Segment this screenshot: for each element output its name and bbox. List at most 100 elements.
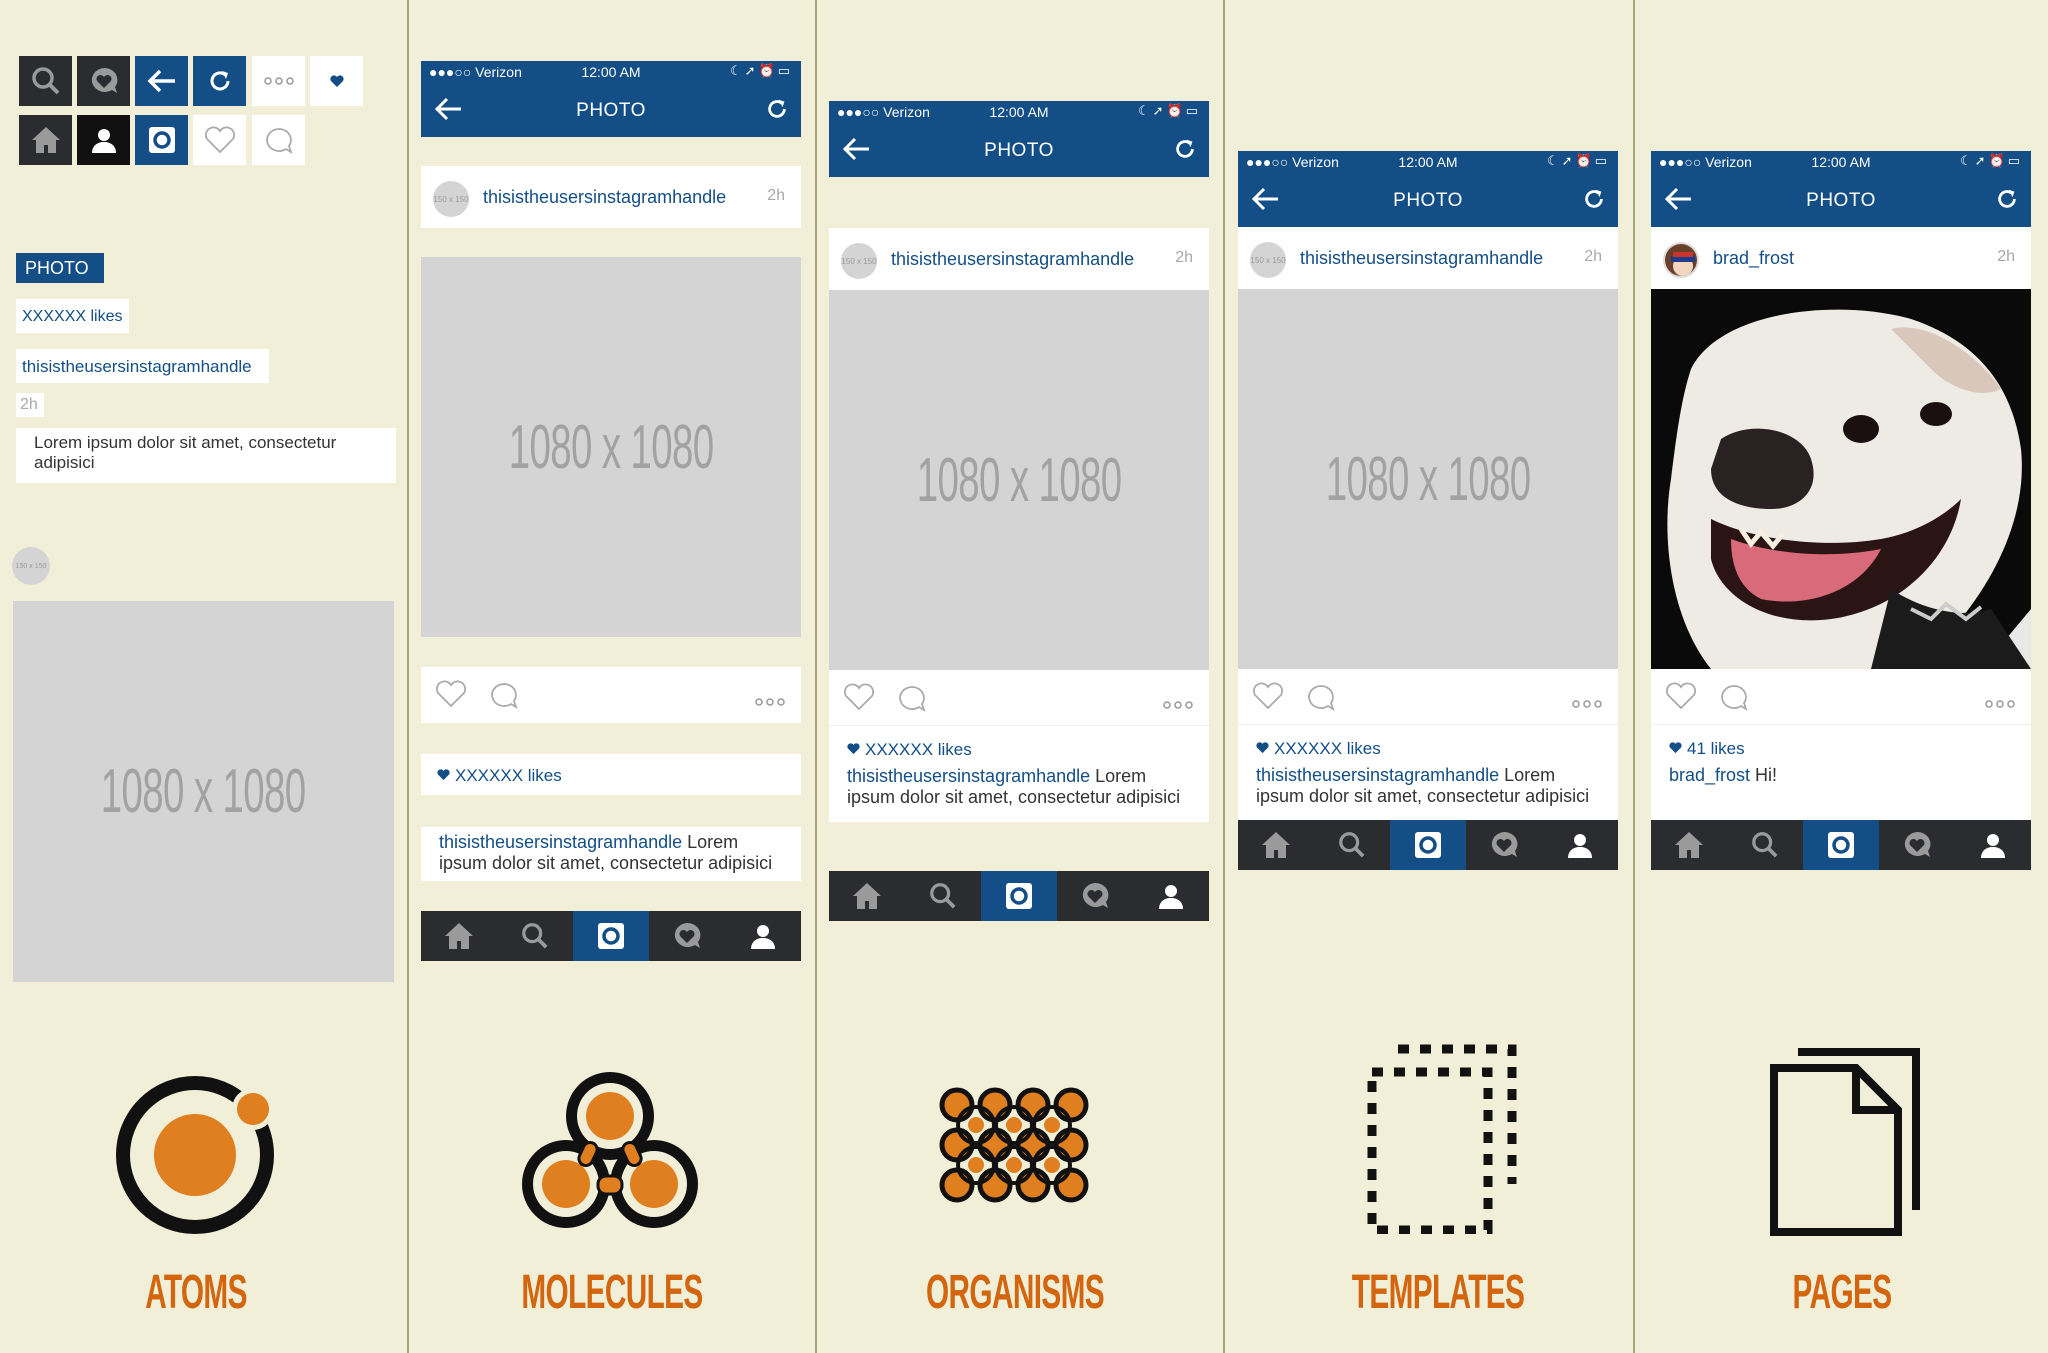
camera-icon <box>598 923 624 949</box>
likes-count[interactable]: 41 likes <box>1687 739 1745 759</box>
likes-count[interactable]: XXXXXX likes <box>455 766 562 786</box>
camera-icon <box>135 115 188 165</box>
refresh-icon[interactable] <box>765 97 789 126</box>
refresh-icon[interactable] <box>1995 187 2019 216</box>
likes-row: XXXXXX likes <box>847 740 1193 760</box>
more-options-icon[interactable] <box>1985 695 2015 713</box>
post-time: 2h <box>1584 248 1602 265</box>
activity-bubble-icon <box>674 922 701 948</box>
molecules-column: ●●●○○ Verizon 12:00 AM ☾➚⏰▭ PHOTO 150 x … <box>421 61 801 961</box>
tab-activity[interactable] <box>649 911 725 961</box>
username-link[interactable]: brad_frost <box>1713 248 1794 269</box>
home-icon <box>1262 832 1290 858</box>
caption-username[interactable]: thisistheusersinstagramhandle <box>439 832 682 852</box>
camera-icon <box>1006 883 1032 909</box>
comment-icon[interactable] <box>489 681 519 714</box>
activity-bubble-icon <box>77 56 130 106</box>
tab-profile[interactable] <box>1542 820 1618 870</box>
likes-count[interactable]: XXXXXX likes <box>1274 739 1381 759</box>
refresh-icon[interactable] <box>1173 137 1197 166</box>
caption-username[interactable]: brad_frost <box>1669 765 1750 785</box>
tab-bar <box>1238 820 1618 870</box>
caption-username[interactable]: thisistheusersinstagramhandle <box>1256 765 1499 785</box>
tab-home[interactable] <box>829 871 905 921</box>
likes-count[interactable]: XXXXXX likes <box>865 740 972 760</box>
image-placeholder-label: 1080 x 1080 <box>508 412 714 482</box>
nav-title: PHOTO <box>984 140 1054 161</box>
tab-profile[interactable] <box>1955 820 2031 870</box>
photo-title-atom: PHOTO <box>16 253 104 283</box>
tab-camera[interactable] <box>1390 820 1466 870</box>
like-icon[interactable] <box>1665 682 1697 715</box>
username-link[interactable]: thisistheusersinstagramhandle <box>1300 248 1543 269</box>
more-options-icon[interactable] <box>1572 695 1602 713</box>
more-options-icon[interactable] <box>755 693 785 711</box>
tab-activity[interactable] <box>1057 871 1133 921</box>
status-bar: ●●●○○ Verizon 12:00 AM ☾➚⏰▭ <box>1238 151 1618 174</box>
tab-camera[interactable] <box>981 871 1057 921</box>
tab-activity[interactable] <box>1466 820 1542 870</box>
tab-home[interactable] <box>421 911 497 961</box>
image-placeholder: 1080 x 1080 <box>421 257 801 637</box>
tab-profile[interactable] <box>1133 871 1209 921</box>
tab-profile[interactable] <box>725 911 801 961</box>
small-heart-icon <box>310 56 363 106</box>
column-divider <box>1633 0 1635 1353</box>
atom-icon <box>116 1076 274 1234</box>
profile-icon <box>1981 834 2005 858</box>
tab-search[interactable] <box>497 911 573 961</box>
tab-home[interactable] <box>1651 820 1727 870</box>
likes-row: XXXXXX likes <box>1256 739 1602 759</box>
atoms-label: ATOMS <box>145 1266 247 1319</box>
nav-bar: PHOTO <box>1238 174 1618 227</box>
image-placeholder-label: 1080 x 1080 <box>101 757 306 826</box>
status-bar: ●●●○○ Verizon 12:00 AM ☾➚⏰▭ <box>1651 151 2031 174</box>
template-icon <box>1367 1044 1517 1234</box>
caption-text: Hi! <box>1750 765 1778 785</box>
likes-row: 41 likes <box>1669 739 2015 759</box>
comment-icon[interactable] <box>1306 683 1336 716</box>
status-bar: ●●●○○ Verizon 12:00 AM ☾➚⏰▭ <box>829 101 1209 124</box>
tab-camera[interactable] <box>1803 820 1879 870</box>
heart-outline-icon <box>193 115 246 165</box>
avatar: 150 x 150 <box>433 181 469 217</box>
like-icon[interactable] <box>435 680 467 713</box>
activity-bubble-icon <box>1904 831 1931 857</box>
search-icon <box>1339 832 1365 858</box>
like-icon[interactable] <box>1252 682 1284 715</box>
refresh-icon[interactable] <box>1582 187 1606 216</box>
likes-atom: XXXXXX likes <box>16 299 129 333</box>
profile-icon <box>1568 834 1592 858</box>
comment-icon[interactable] <box>897 684 927 717</box>
comment-icon[interactable] <box>1719 683 1749 716</box>
image-placeholder: 1080 x 1080 <box>829 290 1209 670</box>
caption-row: thisistheusersinstagramhandle Lorem ipsu… <box>421 827 801 881</box>
pages-column: ●●●○○ Verizon 12:00 AM ☾➚⏰▭ PHOTO brad_f… <box>1651 151 2031 870</box>
organism-icon <box>939 1087 1089 1203</box>
tab-search[interactable] <box>1314 820 1390 870</box>
organisms-label: ORGANISMS <box>926 1266 1105 1319</box>
like-icon[interactable] <box>843 683 875 716</box>
caption-username[interactable]: thisistheusersinstagramhandle <box>847 766 1090 786</box>
username-link[interactable]: thisistheusersinstagramhandle <box>891 249 1134 270</box>
pages-label: PAGES <box>1792 1266 1893 1319</box>
tab-activity[interactable] <box>1879 820 1955 870</box>
nav-bar: PHOTO <box>1651 174 2031 227</box>
post-header: 150 x 150 thisistheusersinstagramhandle … <box>421 166 801 228</box>
tab-bar <box>829 871 1209 921</box>
username-link[interactable]: thisistheusersinstagramhandle <box>483 187 726 208</box>
tab-search[interactable] <box>905 871 981 921</box>
image-placeholder: 1080 x 1080 <box>1238 289 1618 669</box>
status-bar: ●●●○○ Verizon 12:00 AM ☾➚⏰▭ <box>421 61 801 84</box>
search-icon <box>19 56 72 106</box>
more-options-icon[interactable] <box>1163 696 1193 714</box>
tab-camera[interactable] <box>573 911 649 961</box>
tab-search[interactable] <box>1727 820 1803 870</box>
search-icon <box>522 923 548 949</box>
profile-icon <box>1159 885 1183 909</box>
post-header: 150 x 150 thisistheusersinstagramhandle … <box>829 228 1209 290</box>
tab-home[interactable] <box>1238 820 1314 870</box>
small-heart-icon <box>1256 742 1269 754</box>
camera-icon <box>1415 832 1441 858</box>
image-placeholder: 1080 x 1080 <box>13 601 394 982</box>
